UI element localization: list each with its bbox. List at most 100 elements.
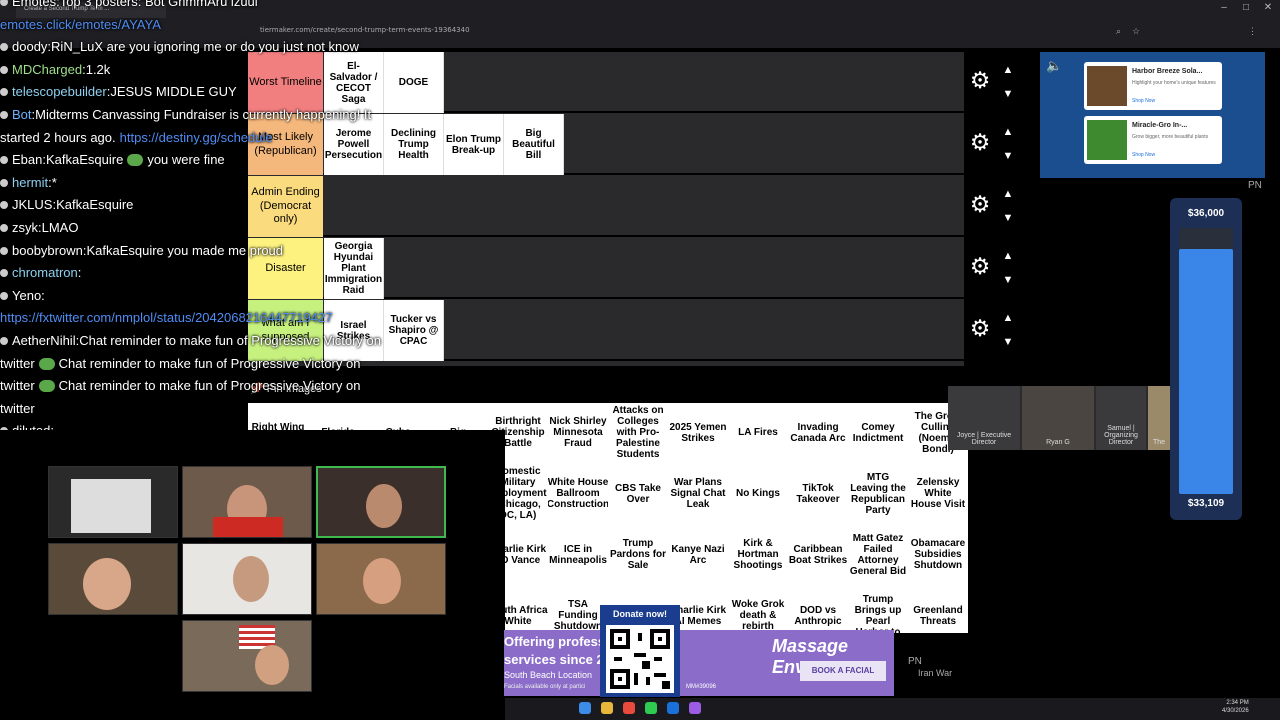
unsorted-card[interactable]: CBS Take Over <box>608 464 668 523</box>
unsorted-card[interactable]: Kirk & Hortman Shootings <box>728 525 788 584</box>
gear-icon[interactable]: ⚙ <box>968 254 992 278</box>
chat-username[interactable]: Bot <box>12 107 32 122</box>
unsorted-card[interactable]: MTG Leaving the Republican Party <box>848 464 908 523</box>
windows-icon[interactable] <box>579 702 591 714</box>
chat-username[interactable]: hermit <box>12 175 48 190</box>
user-badge-icon <box>0 291 8 300</box>
chevron-down-icon[interactable]: ▼ <box>1000 336 1016 348</box>
chat-username[interactable]: MDCharged <box>12 62 82 77</box>
unsorted-card[interactable]: TSA Funding Shutdown <box>548 586 608 633</box>
minimize-icon[interactable]: – <box>1214 2 1234 13</box>
donate-title: Donate now! <box>613 609 667 619</box>
chat-message: https://fxtwitter.com/nmplol/status/2042… <box>0 310 332 325</box>
chat-username[interactable]: Eban <box>12 152 42 167</box>
unsorted-card[interactable]: Zelensky White House Visit <box>908 464 968 523</box>
chat-link[interactable]: https://destiny.gg/schedule <box>120 130 273 145</box>
unsorted-card[interactable]: Attacks on Colleges with Pro-Palestine S… <box>608 403 668 462</box>
product-image <box>1087 120 1127 160</box>
chevron-down-icon[interactable]: ▼ <box>1000 274 1016 286</box>
donate-qr-widget[interactable]: Donate now! <box>600 605 680 697</box>
unsorted-card[interactable]: Obamacare Subsidies Shutdown <box>908 525 968 584</box>
zoom-icon[interactable]: ⌕ <box>1116 26 1121 37</box>
unsorted-card[interactable]: Matt Gatez Failed Attorney General Bid <box>848 525 908 584</box>
chat-message: started 2 hours ago. https://destiny.gg/s… <box>0 130 273 145</box>
gear-icon[interactable]: ⚙ <box>968 316 992 340</box>
chevron-up-icon[interactable]: ▲ <box>1000 188 1016 200</box>
sponsored-ad[interactable]: 🔈 Harbor Breeze Sola... Highlight your h… <box>1040 52 1265 178</box>
video-call-strip: Joyce | Executive Director Ryan G Samuel… <box>948 386 1170 450</box>
chat-username[interactable]: zsyk <box>12 220 38 235</box>
qr-code <box>606 625 674 693</box>
unsorted-card[interactable]: Comey Indictment <box>848 403 908 462</box>
obs-icon[interactable] <box>689 702 701 714</box>
chevron-down-icon[interactable]: ▼ <box>1000 150 1016 162</box>
chat-text: 1.2k <box>85 61 111 77</box>
spotify-icon[interactable] <box>645 702 657 714</box>
shop-now-link[interactable]: Shop Now <box>1132 98 1155 104</box>
unsorted-card[interactable]: 2025 Yemen Strikes <box>668 403 728 462</box>
webcam-grid <box>0 430 505 720</box>
chat-message: boobybrown:KafkaEsquire you made me prou… <box>0 243 283 258</box>
massage-envy-ad[interactable]: Offering profess services since 2 South … <box>504 630 894 696</box>
webcam-tile-active <box>316 466 446 538</box>
ad-product-card[interactable]: Harbor Breeze Sola... Highlight your hom… <box>1084 62 1222 110</box>
unsorted-card[interactable]: No Kings <box>728 464 788 523</box>
chat-username[interactable]: telescopebuilder <box>12 84 107 99</box>
unsorted-card[interactable]: DOD vs Anthropic <box>788 586 848 633</box>
file-explorer-icon[interactable] <box>601 702 613 714</box>
chevron-down-icon[interactable]: ▼ <box>1000 212 1016 224</box>
unsorted-card[interactable]: Trump Pardons for Sale <box>608 525 668 584</box>
tier-card[interactable]: Elon Trump Break-up <box>444 114 504 175</box>
tier-card[interactable]: Big Beautiful Bill <box>504 114 564 175</box>
user-badge-icon <box>0 201 8 210</box>
chrome-icon[interactable] <box>623 702 635 714</box>
chat-username[interactable]: Yeno <box>12 288 41 303</box>
maximize-icon[interactable]: □ <box>1236 2 1256 13</box>
chat-username[interactable]: Emotes <box>12 0 56 9</box>
chat-message: hermit:* <box>0 175 57 190</box>
ad-product-card[interactable]: Miracle-Gro In-... Grow bigger, more bea… <box>1084 116 1222 164</box>
chat-username[interactable]: AetherNihil <box>12 333 76 348</box>
chat-username[interactable]: chromatron <box>12 265 78 280</box>
shop-now-link[interactable]: Shop Now <box>1132 152 1155 158</box>
clock-date: 4/30/2026 <box>1222 707 1249 714</box>
unsorted-card[interactable]: Trump Brings up Pearl Harbor to <box>848 586 908 634</box>
menu-icon[interactable]: ⋮ <box>1248 26 1257 37</box>
chat-link[interactable]: https://fxtwitter.com/nmplol/status/2042… <box>0 310 332 325</box>
chat-link[interactable]: emotes.click/emotes/AYAYA <box>0 17 161 32</box>
close-icon[interactable]: ✕ <box>1258 2 1278 13</box>
unsorted-card[interactable]: TikTok Takeover <box>788 464 848 523</box>
chevron-up-icon[interactable]: ▲ <box>1000 312 1016 324</box>
unsorted-card[interactable]: Nick Shirley Minnesota Fraud <box>548 403 608 462</box>
unsorted-card[interactable]: Caribbean Boat Strikes <box>788 525 848 584</box>
screen-share-tile <box>48 466 178 538</box>
unsorted-card[interactable]: War Plans Signal Chat Leak <box>668 464 728 523</box>
chevron-up-icon[interactable]: ▲ <box>1000 126 1016 138</box>
chat-username[interactable]: JKLUS <box>12 197 52 212</box>
user-badge-icon <box>0 269 8 278</box>
chevron-up-icon[interactable]: ▲ <box>1000 250 1016 262</box>
gear-icon[interactable]: ⚙ <box>968 130 992 154</box>
ad-location: South Beach Location <box>504 670 593 680</box>
unsorted-card[interactable]: Woke Grok death & rebirth <box>728 586 788 633</box>
unsorted-card[interactable]: Invading Canada Arc <box>788 403 848 462</box>
chevron-down-icon[interactable]: ▼ <box>1000 88 1016 100</box>
chat-username[interactable]: boobybrown <box>12 243 83 258</box>
unsorted-card[interactable]: Kanye Nazi Arc <box>668 525 728 584</box>
gear-icon[interactable]: ⚙ <box>968 192 992 216</box>
book-facial-button[interactable]: BOOK A FACIAL <box>800 661 886 681</box>
bookmark-icon[interactable]: ☆ <box>1132 26 1140 37</box>
unsorted-card[interactable]: LA Fires <box>728 403 788 462</box>
chat-message: Emotes:Top 3 posters: Bot GrimmAru izuul <box>0 0 258 9</box>
chevron-up-icon[interactable]: ▲ <box>1000 64 1016 76</box>
speaker-icon[interactable]: 🔈 <box>1046 58 1062 74</box>
unsorted-card[interactable]: ICE in Minneapolis <box>548 525 608 584</box>
unsorted-card[interactable]: Greenland Threats <box>908 586 968 633</box>
steam-icon[interactable] <box>667 702 679 714</box>
unsorted-card[interactable]: White House Ballroom Construction <box>548 464 608 523</box>
gear-icon[interactable]: ⚙ <box>968 68 992 92</box>
webcam-tile <box>182 466 312 538</box>
chat-username[interactable]: doody <box>12 39 47 54</box>
tier-control: ⚙ ▲ ▼ <box>964 176 1024 238</box>
ad-disclaimer: Facials available only at partici <box>504 684 586 690</box>
